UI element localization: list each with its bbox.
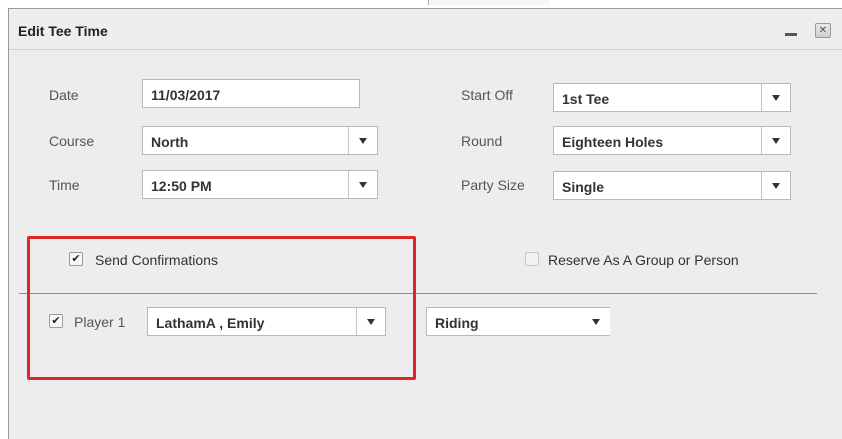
time-select[interactable]: 12:50 PM bbox=[142, 170, 378, 199]
start-off-value: 1st Tee bbox=[562, 91, 610, 107]
date-value: 11/03/2017 bbox=[151, 87, 221, 103]
party-size-select[interactable]: Single bbox=[553, 171, 791, 200]
course-label: Course bbox=[49, 133, 95, 149]
start-off-select[interactable]: 1st Tee bbox=[553, 83, 791, 112]
dialog-titlebar: Edit Tee Time ✕ bbox=[9, 9, 842, 50]
close-button[interactable]: ✕ bbox=[815, 23, 831, 38]
close-icon: ✕ bbox=[818, 25, 828, 36]
reserve-group-checkbox[interactable] bbox=[525, 252, 539, 266]
chevron-down-icon[interactable] bbox=[348, 127, 377, 154]
dialog-title: Edit Tee Time bbox=[18, 23, 108, 39]
edit-tee-time-dialog: Edit Tee Time ✕ Date 11/03/2017 Course N… bbox=[8, 8, 842, 439]
course-value: North bbox=[151, 134, 189, 150]
transport-value: Riding bbox=[435, 315, 479, 331]
chevron-down-icon[interactable] bbox=[761, 127, 790, 154]
date-field[interactable]: 11/03/2017 bbox=[142, 79, 360, 108]
round-label: Round bbox=[461, 133, 503, 149]
round-value: Eighteen Holes bbox=[562, 134, 664, 150]
chevron-down-icon[interactable] bbox=[761, 84, 790, 111]
transport-select[interactable]: Riding bbox=[426, 307, 610, 336]
highlight-box bbox=[27, 236, 416, 380]
start-off-label: Start Off bbox=[461, 87, 513, 103]
minimize-button[interactable] bbox=[785, 33, 797, 36]
round-select[interactable]: Eighteen Holes bbox=[553, 126, 791, 155]
reserve-group-label: Reserve As A Group or Person bbox=[548, 252, 739, 268]
background-window-edge bbox=[428, 0, 549, 5]
time-value: 12:50 PM bbox=[151, 178, 212, 194]
chevron-down-icon[interactable] bbox=[582, 308, 610, 335]
chevron-down-icon[interactable] bbox=[348, 171, 377, 198]
time-label: Time bbox=[49, 177, 80, 193]
course-select[interactable]: North bbox=[142, 126, 378, 155]
party-size-label: Party Size bbox=[461, 177, 525, 193]
party-size-value: Single bbox=[562, 179, 605, 195]
date-label: Date bbox=[49, 87, 79, 103]
chevron-down-icon[interactable] bbox=[761, 172, 790, 199]
